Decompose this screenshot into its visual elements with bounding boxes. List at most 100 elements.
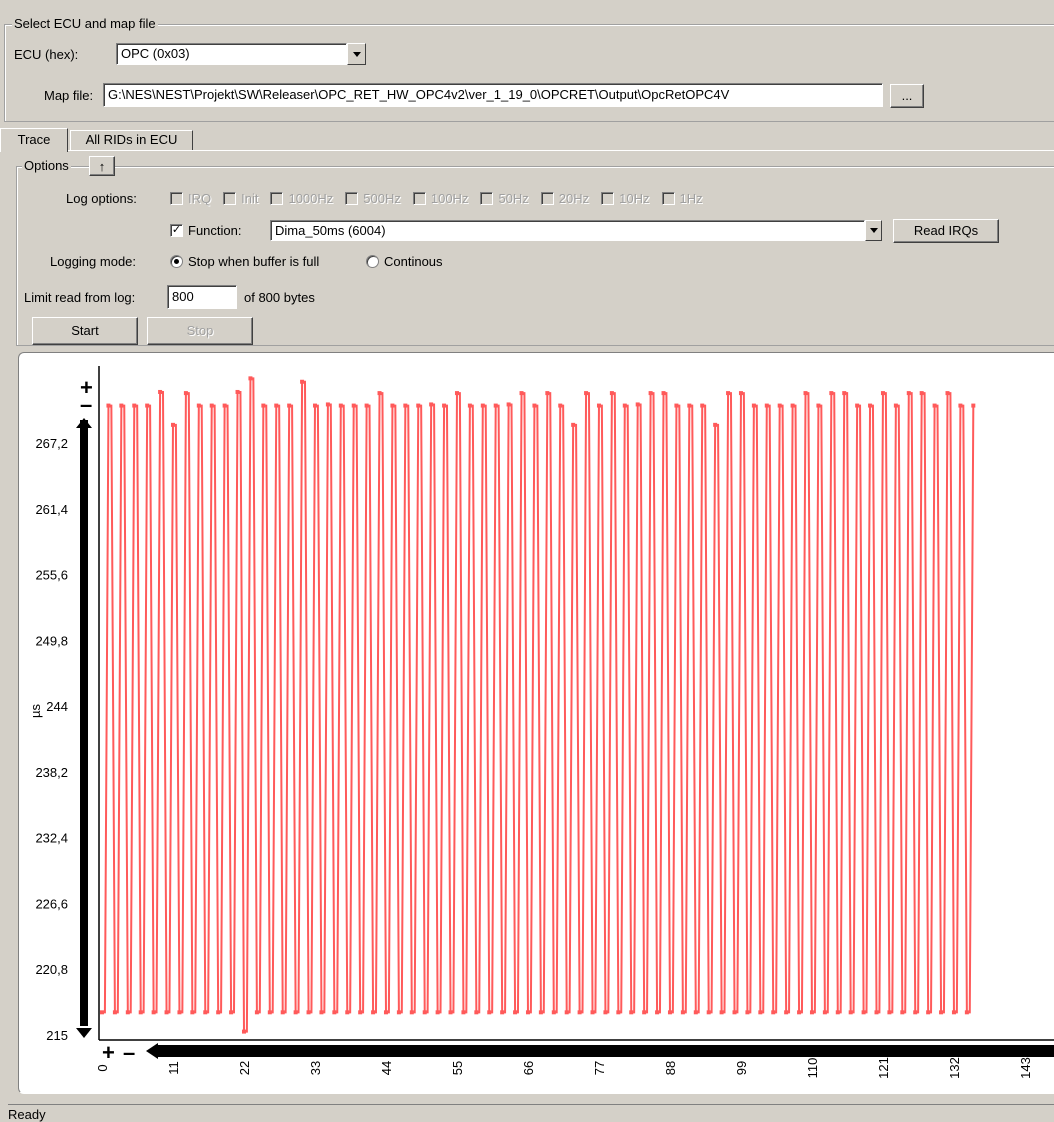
data-point	[842, 391, 847, 396]
y-tick-label: 255,6	[35, 568, 68, 583]
data-point	[112, 1010, 117, 1015]
y-zoom-out-icon[interactable]: –	[80, 392, 92, 417]
y-tick-label: 249,8	[35, 633, 68, 648]
data-point	[100, 1010, 104, 1015]
data-point	[500, 1010, 505, 1015]
data-point	[764, 403, 769, 408]
data-point	[203, 1010, 208, 1015]
data-point	[235, 389, 240, 394]
data-point	[951, 1010, 956, 1015]
y-tick-label: 238,2	[35, 765, 68, 780]
data-point	[571, 422, 576, 427]
data-point	[848, 1010, 853, 1015]
status-bar: Ready	[8, 1104, 1054, 1122]
y-axis-scrollbar[interactable]	[80, 420, 88, 1026]
arrow-down-icon[interactable]	[76, 1028, 92, 1038]
data-point	[532, 403, 537, 408]
data-point	[170, 422, 175, 427]
data-point	[422, 1010, 427, 1015]
x-tick-label: 44	[379, 1061, 394, 1075]
data-point	[609, 391, 614, 396]
data-point	[506, 402, 511, 407]
data-point	[577, 1010, 582, 1015]
data-point	[919, 391, 924, 396]
y-tick-label: 261,4	[35, 502, 68, 517]
y-tick-label: 244	[46, 699, 68, 714]
data-point	[771, 1010, 776, 1015]
x-tick-label: 22	[237, 1061, 252, 1075]
x-tick-label: 0	[95, 1064, 110, 1071]
data-point	[558, 403, 563, 408]
x-tick-label: 88	[663, 1061, 678, 1075]
x-tick-label: 99	[734, 1061, 749, 1075]
data-point	[513, 1010, 518, 1015]
data-point	[467, 403, 472, 408]
data-point	[190, 1010, 195, 1015]
data-point	[648, 391, 653, 396]
data-point	[351, 403, 356, 408]
data-point	[635, 402, 640, 407]
data-point	[932, 403, 937, 408]
arrow-left-icon[interactable]	[146, 1043, 158, 1059]
x-tick-label: 11	[166, 1061, 181, 1075]
trace-chart: 267,2 261,4 255,6 249,8 244 238,2 232,4 226,6 22…	[28, 366, 1054, 1079]
data-point	[545, 391, 550, 396]
data-point	[280, 1010, 285, 1015]
data-point	[435, 1010, 440, 1015]
data-point	[319, 1010, 324, 1015]
data-point	[622, 403, 627, 408]
data-point	[835, 1010, 840, 1015]
data-point	[119, 403, 124, 408]
x-zoom-out-icon[interactable]: –	[123, 1040, 135, 1065]
data-point	[429, 402, 434, 407]
data-point	[855, 403, 860, 408]
data-point	[241, 1029, 246, 1034]
data-point	[293, 1010, 298, 1015]
data-point	[364, 403, 369, 408]
data-point	[629, 1010, 634, 1015]
data-point	[222, 403, 227, 408]
data-point	[216, 1010, 221, 1015]
data-point	[958, 403, 963, 408]
data-point	[106, 403, 111, 408]
data-point	[777, 403, 782, 408]
data-point	[138, 1010, 143, 1015]
data-point	[151, 1010, 156, 1015]
data-point	[816, 403, 821, 408]
data-point	[822, 1010, 827, 1015]
arrow-up-icon[interactable]	[76, 418, 92, 428]
x-zoom-in-icon[interactable]: +	[102, 1040, 115, 1065]
data-point	[926, 1010, 931, 1015]
data-point	[667, 1010, 672, 1015]
data-point	[274, 403, 279, 408]
data-point	[487, 1010, 492, 1015]
data-point	[396, 1010, 401, 1015]
data-point	[474, 1010, 479, 1015]
x-tick-label: 77	[592, 1061, 607, 1075]
data-point	[906, 391, 911, 396]
data-point	[868, 403, 873, 408]
data-point	[655, 1010, 660, 1015]
data-point	[454, 391, 459, 396]
data-point	[874, 1010, 879, 1015]
data-point	[939, 1010, 944, 1015]
data-point	[758, 1010, 763, 1015]
data-point	[409, 1010, 414, 1015]
x-tick-label: 55	[450, 1061, 465, 1075]
data-point	[177, 1010, 182, 1015]
x-tick-label: 132	[947, 1057, 962, 1079]
data-point	[790, 403, 795, 408]
status-text: Ready	[8, 1107, 46, 1122]
data-point	[461, 1010, 466, 1015]
x-tick-labels: 0 11 22 33 44 55 66 77 88 99 110 121 132 143	[95, 1057, 1033, 1079]
data-point	[803, 391, 808, 396]
data-point	[809, 1010, 814, 1015]
data-point	[287, 403, 292, 408]
data-point	[345, 1010, 350, 1015]
data-point	[700, 403, 705, 408]
data-point	[751, 403, 756, 408]
x-axis-scrollbar[interactable]	[158, 1045, 1054, 1057]
data-point	[125, 1010, 130, 1015]
data-point	[590, 1010, 595, 1015]
data-point	[564, 1010, 569, 1015]
